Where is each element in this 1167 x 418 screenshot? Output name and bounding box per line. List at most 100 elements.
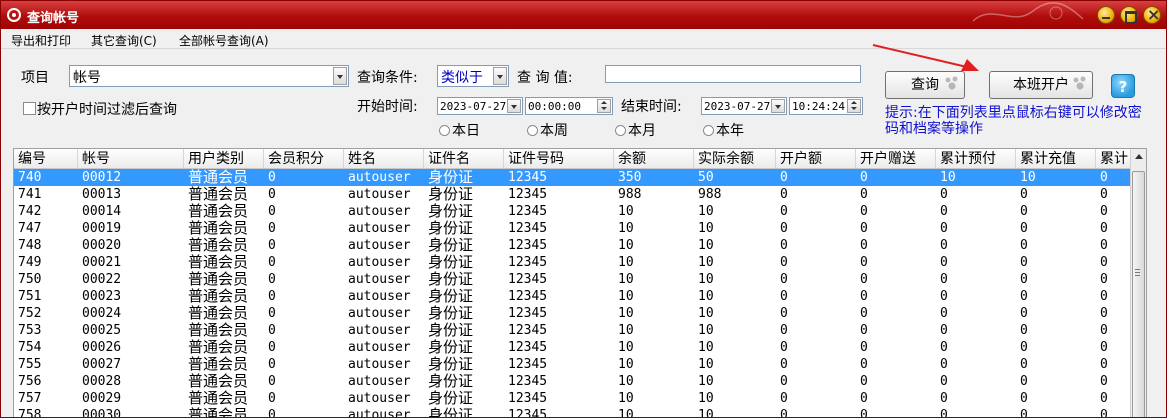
table-cell: 0 xyxy=(268,408,276,418)
table-cell: 12345 xyxy=(508,408,548,418)
table-cell: 10 xyxy=(618,340,634,355)
end-date-value: 2023-07-27 xyxy=(704,100,771,113)
radio-this-week[interactable]: 本周 xyxy=(527,120,568,140)
table-row[interactable]: 754 00026 普通会员 0 autouser 身份证 12345 10 10 0 0 0 0 0 xyxy=(14,339,1132,356)
table-row[interactable]: 758 00030 普通会员 0 autouser 身份证 12345 10 10 0 0 0 0 0 xyxy=(14,407,1132,418)
table-cell: 753 xyxy=(18,323,42,338)
chevron-down-icon[interactable] xyxy=(771,99,785,113)
paw-icon xyxy=(945,76,958,90)
table-row[interactable]: 749 00021 普通会员 0 autouser 身份证 12345 10 10 0 0 0 0 0 xyxy=(14,254,1132,271)
column-header[interactable]: 累计充值 xyxy=(1016,149,1096,169)
table-cell: autouser xyxy=(348,221,411,236)
accounts-table[interactable]: 编号 帐号 用户类别 会员积分 姓名 证件名 证件号码 余额 实际余额 开户额 开户赠送 累计预付 累计… xyxy=(13,148,1147,418)
table-row[interactable]: 752 00024 普通会员 0 autouser 身份证 12345 10 10 0 0 0 0 0 xyxy=(14,305,1132,322)
table-cell: 普通会员 xyxy=(188,220,249,237)
spin-arrows-icon[interactable] xyxy=(847,99,861,113)
menu-bar: 导出和打印 其它查询(C) 全部帐号查询(A) xyxy=(1,29,1166,49)
column-header[interactable]: 帐号 xyxy=(78,149,184,169)
table-row[interactable]: 750 00022 普通会员 0 autouser 身份证 12345 10 10 0 0 0 0 0 xyxy=(14,271,1132,288)
column-header[interactable]: 累计 xyxy=(1096,149,1132,169)
table-cell: 0 xyxy=(268,204,276,219)
table-cell: 0 xyxy=(780,255,788,270)
table-cell: 身份证 xyxy=(428,373,474,390)
table-cell: 10 xyxy=(618,204,634,219)
search-button[interactable]: 查询 xyxy=(885,71,965,99)
scroll-thumb[interactable] xyxy=(1132,171,1145,417)
table-cell: autouser xyxy=(348,187,411,202)
condition-select[interactable]: 类似于 xyxy=(437,65,509,87)
start-date-picker[interactable]: 2023-07-27 xyxy=(437,97,523,115)
end-time-stepper[interactable]: 10:24:24 xyxy=(789,97,863,115)
table-cell: 00012 xyxy=(82,170,122,185)
table-cell: 0 xyxy=(940,391,948,406)
minimize-icon[interactable] xyxy=(1097,6,1115,24)
menu-export-print[interactable]: 导出和打印 xyxy=(11,32,71,49)
close-icon[interactable] xyxy=(1143,5,1161,24)
end-date-picker[interactable]: 2023-07-27 xyxy=(701,97,787,115)
table-cell: 0 xyxy=(268,340,276,355)
column-header[interactable]: 证件名 xyxy=(424,149,504,169)
menu-all-accounts[interactable]: 全部帐号查询(A) xyxy=(179,32,269,49)
table-row[interactable]: 757 00029 普通会员 0 autouser 身份证 12345 10 10 0 0 0 0 0 xyxy=(14,390,1132,407)
table-cell: 0 xyxy=(780,238,788,253)
column-header[interactable]: 开户赠送 xyxy=(856,149,936,169)
table-cell: autouser xyxy=(348,357,411,372)
time-filter-label: 按开户时间过滤后查询 xyxy=(37,102,177,118)
column-header[interactable]: 用户类别 xyxy=(184,149,264,169)
table-cell: 0 xyxy=(1020,187,1028,202)
table-cell: 身份证 xyxy=(428,390,474,407)
table-cell: 12345 xyxy=(508,255,548,270)
table-row[interactable]: 748 00020 普通会员 0 autouser 身份证 12345 10 10 0 0 0 0 0 xyxy=(14,237,1132,254)
table-row[interactable]: 753 00025 普通会员 0 autouser 身份证 12345 10 10 0 0 0 0 0 xyxy=(14,322,1132,339)
table-row[interactable]: 741 00013 普通会员 0 autouser 身份证 12345 988 988 0 0 0 0 0 xyxy=(14,186,1132,203)
table-cell: 747 xyxy=(18,221,42,236)
table-cell: 756 xyxy=(18,374,42,389)
item-select[interactable]: 帐号 xyxy=(69,65,349,87)
start-time-stepper[interactable]: 00:00:00 xyxy=(525,97,613,115)
chevron-down-icon[interactable] xyxy=(493,67,507,85)
table-row[interactable]: 751 00023 普通会员 0 autouser 身份证 12345 10 10 0 0 0 0 0 xyxy=(14,288,1132,305)
maximize-icon[interactable] xyxy=(1120,6,1138,24)
query-value-input[interactable] xyxy=(605,65,861,83)
table-cell: 身份证 xyxy=(428,186,474,203)
table-cell: 12345 xyxy=(508,221,548,236)
table-cell: 0 xyxy=(1100,374,1108,389)
column-header[interactable]: 姓名 xyxy=(344,149,424,169)
spin-arrows-icon[interactable] xyxy=(597,99,611,113)
table-cell: 身份证 xyxy=(428,288,474,305)
column-header[interactable]: 证件号码 xyxy=(504,149,614,169)
table-row[interactable]: 755 00027 普通会员 0 autouser 身份证 12345 10 10 0 0 0 0 0 xyxy=(14,356,1132,373)
table-cell: 50 xyxy=(698,170,714,185)
chevron-down-icon[interactable] xyxy=(333,67,347,85)
table-cell: autouser xyxy=(348,255,411,270)
radio-today[interactable]: 本日 xyxy=(439,120,480,140)
help-icon[interactable]: ? xyxy=(1111,74,1135,98)
column-header[interactable]: 累计预付 xyxy=(936,149,1016,169)
chevron-down-icon[interactable] xyxy=(507,99,521,113)
column-header[interactable]: 实际余额 xyxy=(694,149,776,169)
title-bar[interactable]: 查询帐号 xyxy=(1,1,1166,29)
table-row[interactable]: 756 00028 普通会员 0 autouser 身份证 12345 10 10 0 0 0 0 0 xyxy=(14,373,1132,390)
table-row[interactable]: 747 00019 普通会员 0 autouser 身份证 12345 10 10 0 0 0 0 0 xyxy=(14,220,1132,237)
column-header[interactable]: 编号 xyxy=(14,149,78,169)
vertical-scrollbar[interactable] xyxy=(1130,149,1146,417)
radio-this-month[interactable]: 本月 xyxy=(615,120,656,140)
table-row[interactable]: 742 00014 普通会员 0 autouser 身份证 12345 10 10 0 0 0 0 0 xyxy=(14,203,1132,220)
table-row[interactable]: 740 00012 普通会员 0 autouser 身份证 12345 350 50 0 0 10 10… xyxy=(14,169,1132,186)
scroll-up-icon[interactable] xyxy=(1131,149,1146,165)
time-filter-checkbox[interactable] xyxy=(23,102,36,115)
table-cell: 0 xyxy=(1020,255,1028,270)
table-cell: autouser xyxy=(348,374,411,389)
open-shift-accounts-button[interactable]: 本班开户 xyxy=(989,71,1093,99)
table-cell: 0 xyxy=(860,170,868,185)
table-cell: 0 xyxy=(268,221,276,236)
table-cell: 10 xyxy=(618,391,634,406)
column-header[interactable]: 会员积分 xyxy=(264,149,344,169)
end-time-value: 10:24:24 xyxy=(792,100,845,113)
table-cell: 0 xyxy=(940,238,948,253)
column-header[interactable]: 开户额 xyxy=(776,149,856,169)
radio-this-year[interactable]: 本年 xyxy=(703,120,744,140)
column-header[interactable]: 余额 xyxy=(614,149,694,169)
menu-other-query[interactable]: 其它查询(C) xyxy=(91,32,157,49)
radio-circle-icon xyxy=(439,125,450,136)
